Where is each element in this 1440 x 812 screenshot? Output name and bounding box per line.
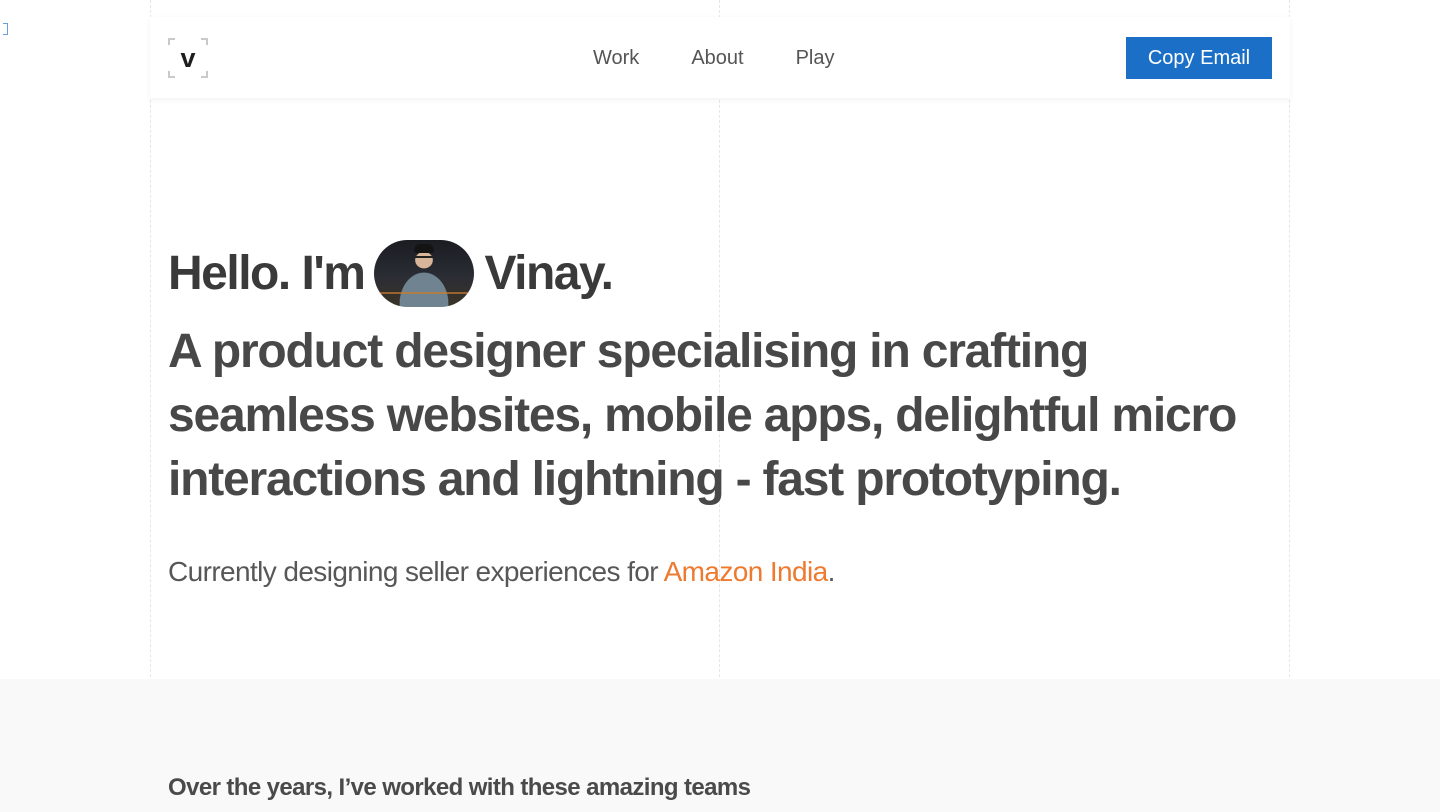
current-role-prefix: Currently designing seller experiences f… xyxy=(168,556,664,587)
site-logo[interactable]: v xyxy=(168,38,208,78)
company-link[interactable]: Amazon India xyxy=(664,556,829,587)
hero-tagline: A product designer specialising in craft… xyxy=(168,325,1237,506)
current-role: Currently designing seller experiences f… xyxy=(168,552,1278,592)
nav-link-work[interactable]: Work xyxy=(593,46,639,70)
site-header: v Work About Play Copy Email xyxy=(150,17,1290,98)
nav-link-play[interactable]: Play xyxy=(796,46,835,70)
teams-heading: Over the years, I’ve worked with these a… xyxy=(168,774,751,801)
nav-link-about[interactable]: About xyxy=(691,46,743,70)
current-role-suffix: . xyxy=(827,556,836,587)
greeting-prefix: Hello. I'm xyxy=(168,246,366,300)
avatar-hair xyxy=(414,243,435,253)
greeting-name: Vinay. xyxy=(484,246,613,300)
avatar-background-light xyxy=(378,291,471,294)
avatar-glasses xyxy=(415,255,434,260)
copy-email-button[interactable]: Copy Email xyxy=(1126,37,1272,79)
hero-greeting: Hello. I'm Vinay. xyxy=(168,238,1278,308)
main-nav: Work About Play xyxy=(593,46,834,70)
logo-letter: v xyxy=(180,43,196,73)
hero-section: Hello. I'm Vinay. A product designer spe… xyxy=(168,238,1278,592)
avatar xyxy=(374,239,475,307)
corner-bracket-icon xyxy=(3,23,8,35)
